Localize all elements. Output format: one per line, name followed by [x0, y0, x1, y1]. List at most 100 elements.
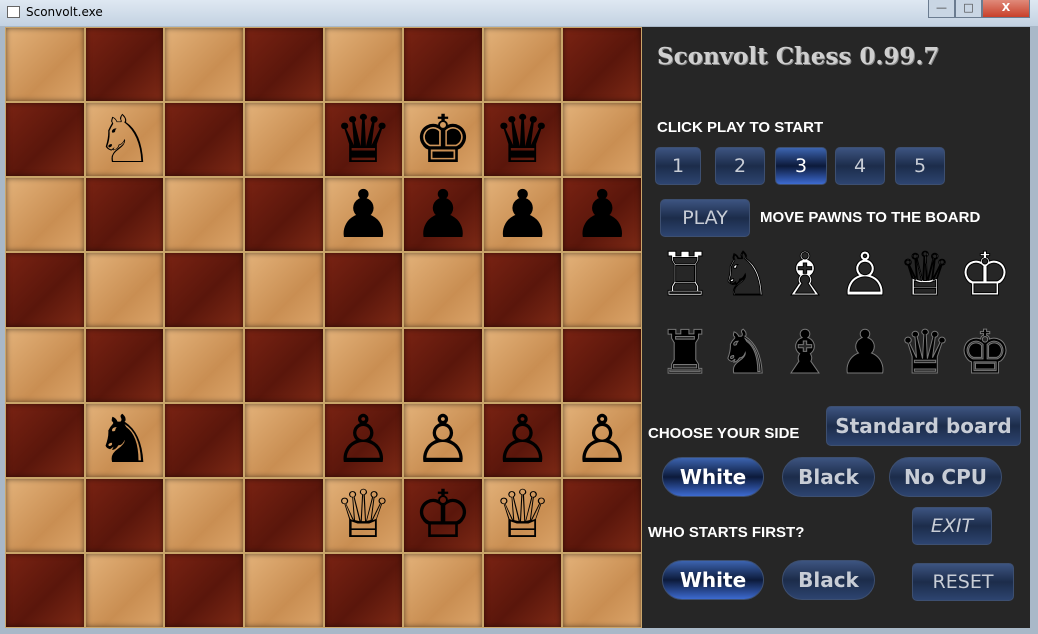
no-cpu-button[interactable]: No CPU	[889, 457, 1002, 497]
level-3-button[interactable]: 3	[775, 147, 827, 185]
minimize-button[interactable]: —	[928, 0, 955, 18]
board-square[interactable]	[403, 252, 483, 328]
board-square[interactable]: ♛	[482, 102, 563, 178]
board-square[interactable]	[323, 252, 404, 328]
board-square[interactable]	[243, 27, 324, 103]
chess-piece[interactable]: ♟	[413, 181, 472, 248]
board-square[interactable]: ♟	[403, 177, 483, 253]
black-rook-piece[interactable]: ♜	[654, 323, 714, 384]
standard-board-button[interactable]: Standard board	[826, 406, 1021, 446]
board-square[interactable]	[164, 252, 244, 328]
board-square[interactable]	[403, 327, 483, 403]
board-square[interactable]	[243, 402, 324, 478]
play-button[interactable]: PLAY	[660, 199, 750, 237]
white-queen-piece[interactable]: ♕	[894, 245, 954, 306]
board-square[interactable]	[84, 252, 165, 328]
board-square[interactable]	[562, 102, 642, 178]
white-knight-piece[interactable]: ♘	[714, 245, 774, 306]
exit-button[interactable]: EXIT	[912, 507, 992, 545]
start-white-button[interactable]: White	[662, 560, 764, 600]
board-square[interactable]	[84, 177, 165, 253]
board-square[interactable]	[84, 327, 165, 403]
board-square[interactable]	[5, 477, 85, 553]
board-square[interactable]	[562, 552, 642, 628]
board-square[interactable]: ♟	[482, 177, 563, 253]
board-square[interactable]	[5, 402, 85, 478]
white-bishop-piece[interactable]: ♗	[774, 245, 834, 306]
board-square[interactable]	[5, 252, 85, 328]
board-square[interactable]	[5, 327, 85, 403]
chess-piece[interactable]: ♙	[413, 407, 472, 473]
board-square[interactable]	[243, 327, 324, 403]
board-square[interactable]	[164, 27, 244, 103]
board-square[interactable]	[243, 252, 324, 328]
level-5-button[interactable]: 5	[895, 147, 945, 185]
board-square[interactable]: ♕	[323, 477, 404, 553]
side-black-button[interactable]: Black	[782, 457, 875, 497]
chess-piece[interactable]: ♕	[493, 482, 552, 548]
board-square[interactable]	[164, 477, 244, 553]
board-square[interactable]: ♙	[403, 402, 483, 478]
board-square[interactable]	[403, 27, 483, 103]
chess-piece[interactable]: ♟	[334, 181, 393, 248]
board-square[interactable]	[323, 27, 404, 103]
board-square[interactable]	[482, 252, 563, 328]
board-square[interactable]: ♛	[323, 102, 404, 178]
board-square[interactable]	[84, 27, 165, 103]
board-square[interactable]: ♞	[84, 402, 165, 478]
chess-piece[interactable]: ♙	[493, 407, 552, 473]
black-knight-piece[interactable]: ♞	[714, 323, 774, 384]
chess-piece[interactable]: ♟	[573, 181, 632, 248]
board-square[interactable]	[84, 552, 165, 628]
board-square[interactable]	[164, 552, 244, 628]
board-square[interactable]	[403, 552, 483, 628]
board-square[interactable]	[323, 327, 404, 403]
chess-piece[interactable]: ♛	[334, 106, 393, 173]
board-square[interactable]	[164, 402, 244, 478]
board-square[interactable]	[482, 27, 563, 103]
board-square[interactable]	[164, 327, 244, 403]
start-black-button[interactable]: Black	[782, 560, 875, 600]
board-square[interactable]	[243, 552, 324, 628]
black-king-piece[interactable]: ♚	[954, 323, 1014, 384]
board-square[interactable]	[5, 552, 85, 628]
board-square[interactable]	[5, 27, 85, 103]
board-square[interactable]	[243, 477, 324, 553]
board-square[interactable]	[562, 327, 642, 403]
reset-button[interactable]: RESET	[912, 563, 1014, 601]
white-king-piece[interactable]: ♔	[954, 245, 1014, 306]
chess-piece[interactable]: ♚	[413, 106, 472, 173]
side-white-button[interactable]: White	[662, 457, 764, 497]
board-square[interactable]: ♚	[403, 102, 483, 178]
chess-piece[interactable]: ♟	[493, 181, 552, 248]
chess-piece[interactable]: ♕	[334, 482, 393, 548]
black-queen-piece[interactable]: ♛	[894, 323, 954, 384]
board-square[interactable]	[323, 552, 404, 628]
white-pawn-piece[interactable]: ♙	[834, 245, 894, 306]
level-1-button[interactable]: 1	[655, 147, 701, 185]
black-pawn-piece[interactable]: ♟	[834, 323, 894, 384]
chess-piece[interactable]: ♙	[334, 407, 393, 473]
board-square[interactable]	[562, 477, 642, 553]
chess-piece[interactable]: ♙	[573, 407, 632, 473]
board-square[interactable]	[164, 102, 244, 178]
board-square[interactable]	[5, 102, 85, 178]
chess-piece[interactable]: ♛	[493, 106, 552, 173]
white-rook-piece[interactable]: ♖	[654, 245, 714, 306]
board-square[interactable]: ♙	[482, 402, 563, 478]
board-square[interactable]: ♙	[323, 402, 404, 478]
board-square[interactable]	[562, 27, 642, 103]
board-square[interactable]: ♕	[482, 477, 563, 553]
board-square[interactable]	[5, 177, 85, 253]
board-square[interactable]: ♘	[84, 102, 165, 178]
board-square[interactable]	[243, 177, 324, 253]
board-square[interactable]: ♟	[562, 177, 642, 253]
board-square[interactable]: ♙	[562, 402, 642, 478]
board-square[interactable]	[243, 102, 324, 178]
maximize-button[interactable]: □	[955, 0, 982, 18]
board-square[interactable]	[482, 327, 563, 403]
chess-piece[interactable]: ♔	[413, 482, 472, 548]
board-square[interactable]	[562, 252, 642, 328]
board-square[interactable]: ♟	[323, 177, 404, 253]
board-square[interactable]	[84, 477, 165, 553]
